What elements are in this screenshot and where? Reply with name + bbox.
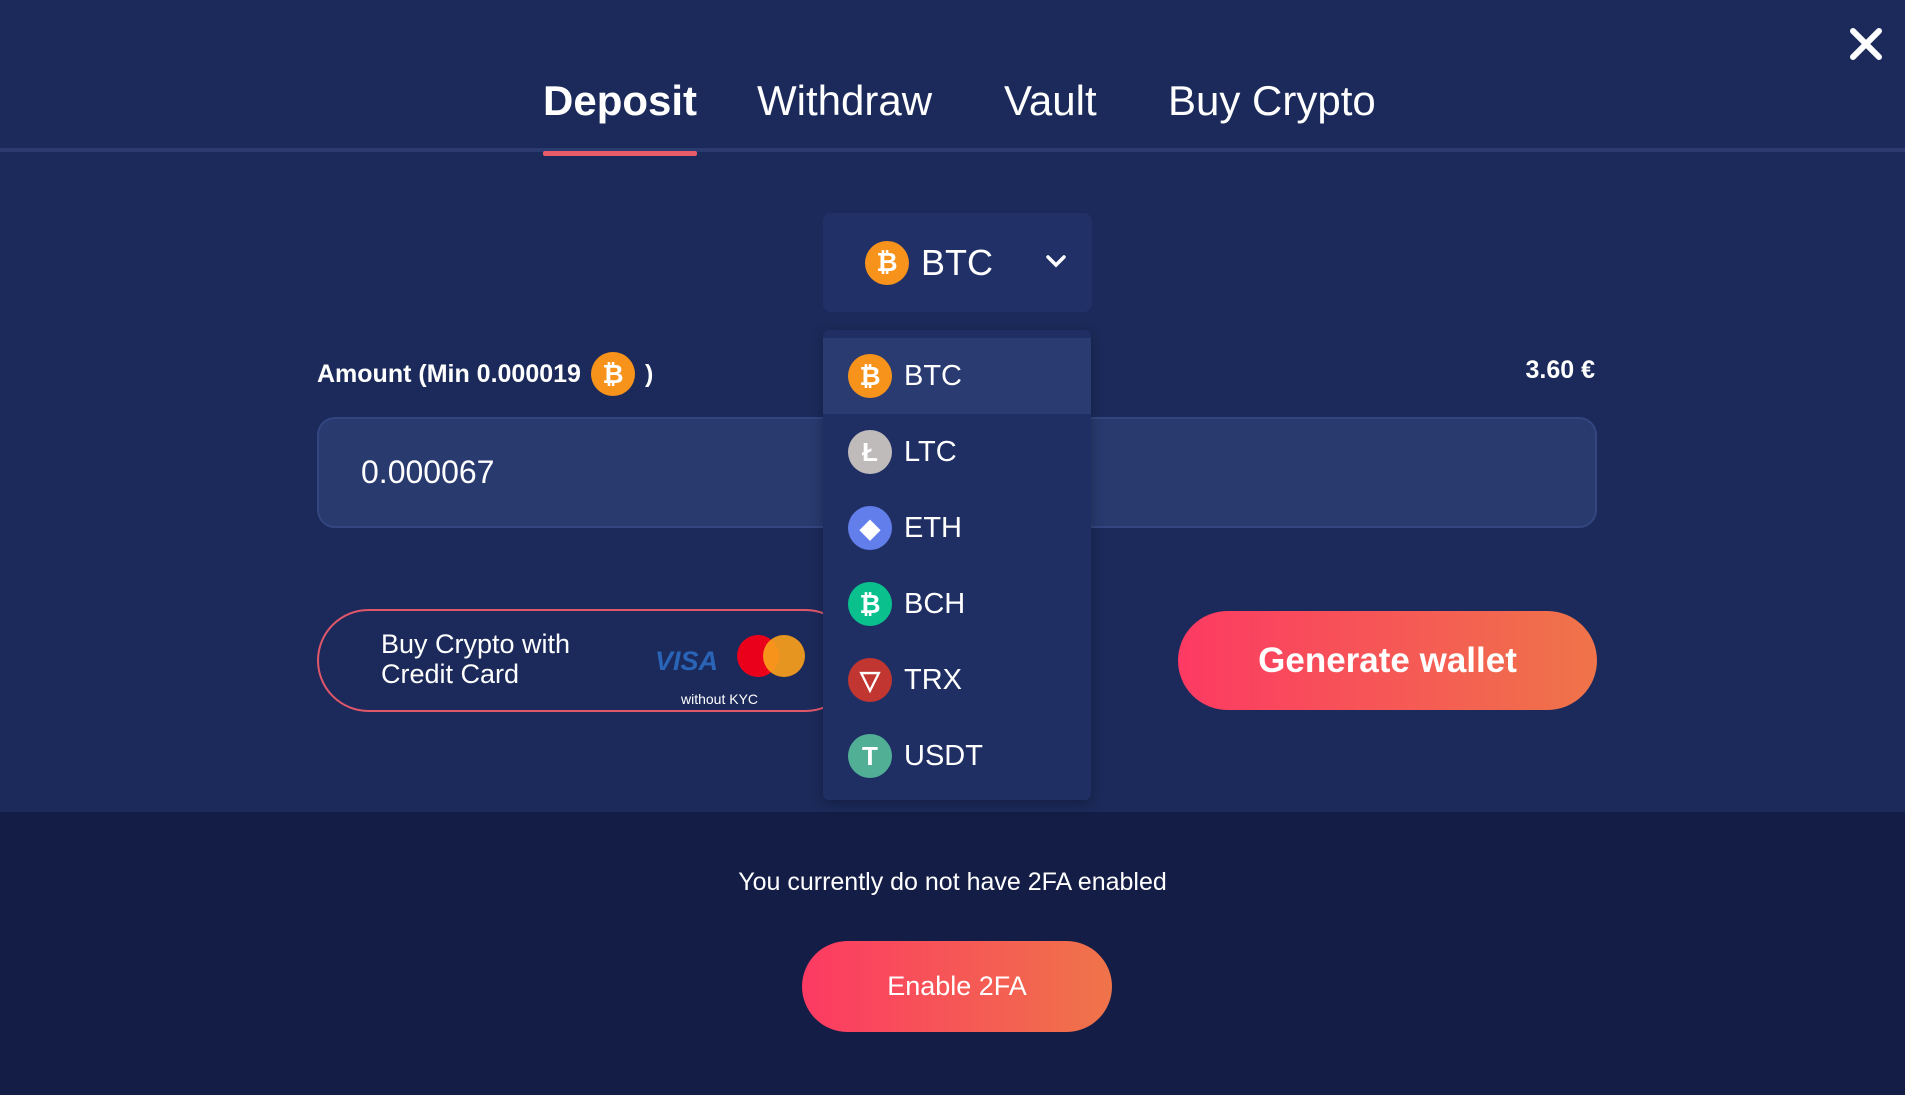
- twofa-message: You currently do not have 2FA enabled: [738, 868, 1167, 896]
- visa-logo: VISA: [655, 646, 719, 676]
- tab-buy-crypto[interactable]: Buy Crypto: [1168, 70, 1376, 152]
- fiat-value: 3.60 €: [1525, 356, 1595, 384]
- buy-crypto-label: Buy Crypto with Credit Card: [381, 629, 571, 689]
- btc-icon: ₿: [848, 354, 892, 398]
- bitcoin-icon: ₿: [865, 240, 909, 285]
- dropdown-item-bch[interactable]: ₿ BCH: [823, 566, 1091, 642]
- currency-select-value: BTC: [921, 241, 993, 283]
- dropdown-item-label: USDT: [904, 739, 983, 772]
- dropdown-item-trx[interactable]: ▽ TRX: [823, 642, 1091, 718]
- dropdown-item-ltc[interactable]: Ł LTC: [823, 414, 1091, 490]
- currency-dropdown: ₿ BTC Ł LTC ◆ ETH ₿ BCH ▽ TRX T USDT: [823, 330, 1091, 800]
- enable-2fa-button[interactable]: Enable 2FA: [802, 941, 1112, 1032]
- mastercard-logo-circle: [763, 635, 805, 677]
- bch-icon: ₿: [848, 582, 892, 626]
- dropdown-item-eth[interactable]: ◆ ETH: [823, 490, 1091, 566]
- generate-wallet-button[interactable]: Generate wallet: [1178, 611, 1597, 710]
- amount-label-text: Amount (Min 0.000019: [317, 359, 581, 388]
- trx-icon: ▽: [848, 658, 892, 702]
- ltc-icon: Ł: [848, 430, 892, 474]
- dropdown-item-label: BTC: [904, 359, 962, 392]
- eth-icon: ◆: [848, 506, 892, 550]
- usdt-icon: T: [848, 734, 892, 778]
- amount-label-close: ): [644, 359, 654, 388]
- dropdown-item-btc[interactable]: ₿ BTC: [823, 338, 1091, 414]
- tab-bar: Deposit Withdraw Vault Buy Crypto: [0, 70, 1905, 156]
- bitcoin-icon: ₿: [590, 352, 635, 396]
- chevron-down-icon: [1046, 255, 1066, 268]
- dropdown-item-label: TRX: [904, 663, 962, 696]
- close-icon[interactable]: [1848, 26, 1884, 62]
- dropdown-item-label: BCH: [904, 587, 966, 620]
- dropdown-item-usdt[interactable]: T USDT: [823, 718, 1091, 794]
- dropdown-item-label: LTC: [904, 435, 957, 468]
- without-kyc-note: without KYC: [681, 691, 759, 707]
- tab-deposit[interactable]: Deposit: [543, 70, 698, 156]
- tab-withdraw[interactable]: Withdraw: [757, 70, 932, 152]
- tab-vault[interactable]: Vault: [1004, 70, 1097, 152]
- currency-select[interactable]: ₿ BTC: [823, 213, 1092, 312]
- buy-crypto-card-button[interactable]: Buy Crypto with Credit Card VISA without…: [317, 609, 857, 712]
- amount-label: Amount (Min 0.000019 ₿ ): [317, 352, 653, 396]
- dropdown-item-label: ETH: [904, 511, 962, 544]
